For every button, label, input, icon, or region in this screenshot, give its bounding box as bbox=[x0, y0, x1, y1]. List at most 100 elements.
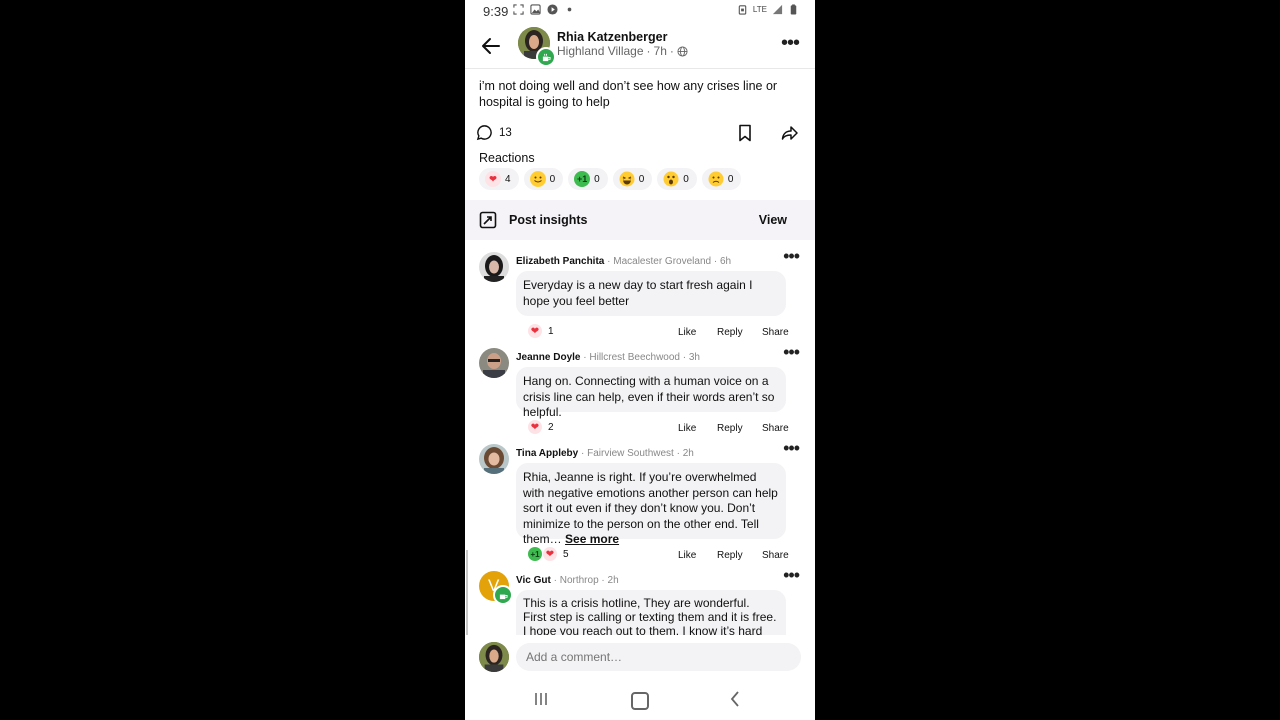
sad-emoji-icon bbox=[708, 171, 724, 187]
commenter-name[interactable]: Elizabeth Panchita bbox=[516, 256, 604, 267]
meta-separator: · bbox=[669, 44, 674, 58]
system-back-icon[interactable] bbox=[729, 690, 741, 708]
reaction-sad[interactable]: 0 bbox=[701, 168, 742, 190]
phone-screen: 9:39 LTE Rhia Katzenberger Highland Vill… bbox=[465, 0, 815, 720]
comment-like-button[interactable]: Like bbox=[678, 423, 696, 434]
network-type: LTE bbox=[752, 5, 767, 14]
reaction-heart[interactable]: ❤ 4 bbox=[479, 168, 519, 190]
comment-more-options-icon[interactable]: ••• bbox=[783, 566, 800, 584]
commenter-avatar[interactable] bbox=[479, 348, 509, 378]
reaction-surprised[interactable]: 0 bbox=[657, 168, 697, 190]
comment-reply-button[interactable]: Reply bbox=[717, 550, 743, 561]
plus-one-emoji-icon: +1 bbox=[528, 547, 542, 561]
comment-bubble-icon bbox=[476, 125, 492, 141]
author-name[interactable]: Rhia Katzenberger bbox=[557, 30, 667, 44]
reaction-laugh[interactable]: 0 bbox=[612, 168, 653, 190]
comment-time: 2h bbox=[607, 575, 619, 586]
author-meta: Highland Village · 7h · bbox=[557, 44, 688, 58]
post-header: Rhia Katzenberger Highland Village · 7h … bbox=[465, 24, 815, 68]
reaction-count: 0 bbox=[638, 173, 645, 185]
post-insights-view-link[interactable]: View bbox=[759, 213, 787, 227]
heart-emoji-icon: ❤ bbox=[528, 324, 542, 338]
add-comment-input[interactable] bbox=[516, 643, 801, 671]
comment-like-button[interactable]: Like bbox=[678, 327, 696, 338]
comment-reply-button[interactable]: Reply bbox=[717, 327, 743, 338]
commenter-name[interactable]: Tina Appleby bbox=[516, 448, 578, 459]
commenter-location[interactable]: Hillcrest Beechwood bbox=[589, 352, 680, 363]
alarm-icon bbox=[738, 5, 747, 15]
trending-chart-icon bbox=[479, 211, 497, 229]
comment-header: Elizabeth Panchita · Macalester Grovelan… bbox=[516, 256, 731, 267]
reaction-summary-row: ❤ 4 0 +1 0 0 0 0 bbox=[479, 168, 742, 190]
comment-reaction-count: 1 bbox=[548, 325, 554, 337]
bookmark-icon[interactable] bbox=[737, 124, 753, 142]
status-right-icons: LTE bbox=[737, 4, 799, 15]
system-nav-bar bbox=[465, 682, 815, 720]
comment-more-options-icon[interactable]: ••• bbox=[783, 439, 800, 457]
post-insights-label: Post insights bbox=[509, 213, 588, 227]
comment-text-line: This is a crisis hotline, They are wonde… bbox=[523, 596, 750, 610]
author-avatar[interactable] bbox=[518, 27, 556, 67]
commenter-name[interactable]: Jeanne Doyle bbox=[516, 352, 580, 363]
comment-like-button[interactable]: Like bbox=[678, 550, 696, 561]
smile-emoji-icon bbox=[529, 171, 546, 187]
commenter-avatar[interactable]: V bbox=[479, 571, 513, 605]
comment-reactions[interactable]: +1 ❤ 5 bbox=[528, 547, 569, 561]
comment-footer: ❤ 1 Like Reply Share bbox=[528, 324, 798, 342]
comment-text: Rhia, Jeanne is right. If you’re overwhe… bbox=[523, 470, 778, 546]
reaction-smile[interactable]: 0 bbox=[523, 168, 564, 190]
commenter-name[interactable]: Vic Gut bbox=[516, 575, 551, 586]
comment-reactions[interactable]: ❤ 1 bbox=[528, 324, 554, 338]
heart-emoji-icon: ❤ bbox=[528, 420, 542, 434]
reaction-count: 4 bbox=[505, 173, 511, 185]
home-icon[interactable] bbox=[631, 692, 649, 710]
comment-more-options-icon[interactable]: ••• bbox=[783, 247, 800, 265]
comment-more-options-icon[interactable]: ••• bbox=[783, 343, 800, 361]
comment-bubble: Everyday is a new day to start fresh aga… bbox=[516, 271, 786, 316]
see-more-link[interactable]: See more bbox=[565, 532, 619, 546]
commenter-avatar[interactable] bbox=[479, 444, 509, 474]
comment-reactions[interactable]: ❤ 2 bbox=[528, 420, 554, 434]
comment-footer: ❤ 2 Like Reply Share bbox=[528, 420, 798, 438]
plus-one-emoji-icon: +1 bbox=[574, 171, 591, 187]
comment-header: Tina Appleby · Fairview Southwest · 2h bbox=[516, 448, 694, 459]
commenter-location[interactable]: Macalester Groveland bbox=[613, 256, 711, 267]
comment-share-button[interactable]: Share bbox=[762, 423, 789, 434]
signal-icon bbox=[772, 4, 783, 15]
neighbor-badge-icon bbox=[493, 585, 513, 605]
comment-share-button[interactable]: Share bbox=[762, 550, 789, 561]
recent-apps-icon[interactable] bbox=[533, 692, 549, 706]
surprised-emoji-icon bbox=[663, 171, 679, 187]
reaction-plus-one[interactable]: +1 0 bbox=[568, 168, 608, 190]
share-arrow-icon[interactable] bbox=[781, 124, 799, 142]
commenter-avatar[interactable] bbox=[479, 252, 509, 282]
commenter-location[interactable]: Fairview Southwest bbox=[587, 448, 674, 459]
comment-time: 3h bbox=[688, 352, 700, 363]
comment-share-button[interactable]: Share bbox=[762, 327, 789, 338]
post-insights-bar[interactable]: Post insights View bbox=[465, 200, 815, 240]
author-location[interactable]: Highland Village bbox=[557, 44, 644, 58]
heart-emoji-icon: ❤ bbox=[543, 547, 557, 561]
globe-icon bbox=[677, 45, 688, 57]
reaction-count: 0 bbox=[683, 173, 689, 185]
heart-emoji-icon: ❤ bbox=[485, 171, 501, 187]
comment-reaction-count: 2 bbox=[548, 421, 554, 433]
status-bar: 9:39 LTE bbox=[465, 0, 815, 22]
comment-time: 2h bbox=[682, 448, 694, 459]
comment-reply-button[interactable]: Reply bbox=[717, 423, 743, 434]
comment-reaction-count: 5 bbox=[563, 548, 569, 560]
commenter-location[interactable]: Northrop bbox=[560, 575, 599, 586]
add-comment-bar bbox=[465, 635, 815, 679]
laugh-emoji-icon bbox=[619, 171, 635, 187]
reaction-count: 0 bbox=[549, 173, 556, 185]
comments-button[interactable]: 13 bbox=[476, 124, 512, 141]
gallery-icon bbox=[530, 4, 541, 15]
play-icon bbox=[547, 4, 558, 15]
comment-header: Jeanne Doyle · Hillcrest Beechwood · 3h bbox=[516, 352, 700, 363]
reaction-count: 0 bbox=[594, 173, 600, 185]
post-more-options-icon[interactable]: ••• bbox=[781, 33, 800, 53]
back-arrow-icon[interactable] bbox=[479, 34, 503, 58]
reactions-label: Reactions bbox=[479, 151, 535, 165]
post-time: 7h bbox=[653, 44, 667, 58]
screenshot-icon bbox=[513, 4, 524, 15]
